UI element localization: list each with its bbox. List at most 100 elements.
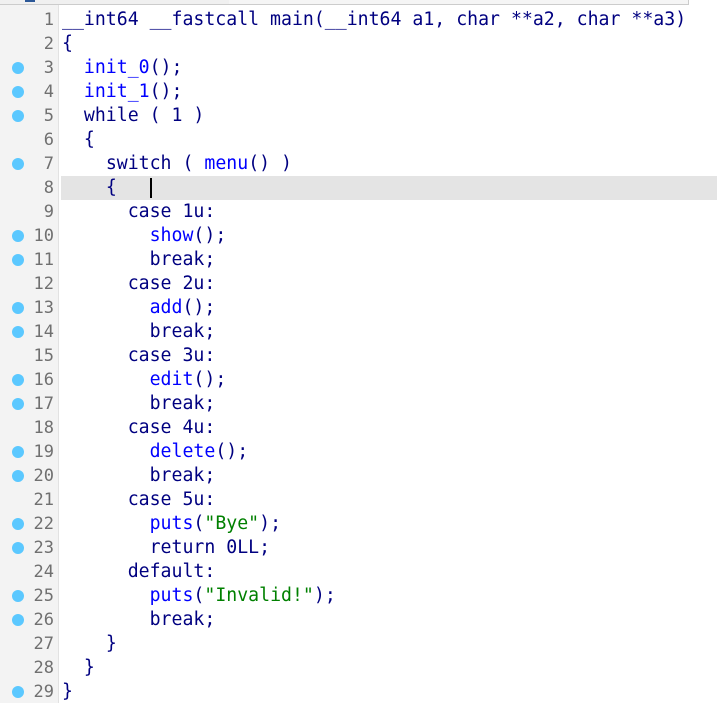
code-line[interactable]: 1 __int64 __fastcall main(__int64 a1, cha… [0,8,717,32]
code-text: switch ( menu() ) [61,152,717,176]
line-number: 25 [33,586,54,606]
code-token: return 0LL; [149,537,271,558]
code-token: (); [193,225,227,246]
code-token: () ) [248,153,292,174]
code-text: edit(); [61,368,717,392]
line-number: 20 [33,466,54,486]
code-line[interactable]: 22 puts("Bye"); [0,512,717,536]
code-line[interactable]: 19 delete(); [0,440,717,464]
code-line[interactable]: 8 { [0,176,717,200]
code-token: while ( 1 ) [83,105,205,126]
code-token: ); [313,585,336,606]
line-number: 11 [33,250,54,270]
code-token: switch ( [105,153,205,174]
code-text: init_1(); [61,80,717,104]
pseudocode-view[interactable]: 1 __int64 __fastcall main(__int64 a1, cha… [0,8,717,704]
function-call[interactable]: show [150,225,194,246]
function-call[interactable]: init_1 [84,81,150,102]
code-line[interactable]: 24 default: [0,560,717,584]
code-text: } [61,656,717,680]
code-line[interactable]: 4 init_1(); [0,80,717,104]
code-token: { [62,33,73,54]
code-text: case 3u: [61,344,717,368]
line-number: 4 [43,82,54,102]
code-line[interactable]: 9 case 1u: [0,200,717,224]
code-text: } [61,632,717,656]
code-text: case 2u: [61,272,717,296]
code-text: add(); [61,296,717,320]
code-text: show(); [61,224,717,248]
line-number: 26 [33,610,54,630]
code-token: ( [193,585,205,606]
line-number: 18 [33,418,54,438]
code-token: break; [149,249,216,270]
line-number: 22 [33,514,54,534]
code-line[interactable]: 2{ [0,32,717,56]
line-number: 19 [33,442,54,462]
function-call[interactable]: puts [150,513,194,534]
line-number: 3 [43,58,54,78]
string-literal: "Invalid!" [204,585,314,606]
code-text: break; [61,248,717,272]
line-number: 27 [33,634,54,654]
code-token: default: [127,561,216,582]
code-line[interactable]: 20 break; [0,464,717,488]
code-text: { [61,128,717,152]
function-call[interactable]: delete [150,441,216,462]
code-token: (); [193,369,227,390]
code-line[interactable]: 3 init_0(); [0,56,717,80]
code-token: } [83,657,95,678]
line-number: 12 [33,274,54,294]
code-line[interactable]: 26 break; [0,608,717,632]
code-line[interactable]: 13 add(); [0,296,717,320]
function-call[interactable]: edit [150,369,194,390]
code-line[interactable]: 14 break; [0,320,717,344]
code-token: case 1u: [127,201,216,222]
line-number: 14 [33,322,54,342]
tab-pseudocode[interactable] [229,0,689,5]
code-line[interactable]: 10 show(); [0,224,717,248]
code-token: case 4u: [127,417,216,438]
code-line[interactable]: 21 case 5u: [0,488,717,512]
line-number: 23 [33,538,54,558]
code-line[interactable]: 29} [0,680,717,704]
code-line[interactable]: 25 puts("Invalid!"); [0,584,717,608]
line-number: 28 [33,658,54,678]
function-call[interactable]: init_0 [84,57,150,78]
code-text: delete(); [61,440,717,464]
code-token: ); [259,513,282,534]
function-call[interactable]: add [150,297,183,318]
line-number: 10 [33,226,54,246]
code-line[interactable]: 7 switch ( menu() ) [0,152,717,176]
function-call[interactable]: menu [204,153,248,174]
code-line[interactable]: 12 case 2u: [0,272,717,296]
code-text: return 0LL; [61,536,717,560]
code-line[interactable]: 28 } [0,656,717,680]
line-number: 17 [33,394,54,414]
code-line[interactable]: 16 edit(); [0,368,717,392]
code-line[interactable]: 17 break; [0,392,717,416]
code-token: case 2u: [127,273,216,294]
code-line[interactable]: 23 return 0LL; [0,536,717,560]
tab-strip [0,0,717,5]
code-token: (); [215,441,249,462]
code-token: break; [149,393,216,414]
code-line[interactable]: 27 } [0,632,717,656]
code-line[interactable]: 15 case 3u: [0,344,717,368]
code-token: (); [149,57,183,78]
line-number: 8 [43,178,54,198]
code-line[interactable]: 6 { [0,128,717,152]
code-line[interactable]: 5 while ( 1 ) [0,104,717,128]
function-call[interactable]: puts [150,585,194,606]
code-token: case 5u: [127,489,216,510]
code-token: } [105,633,117,654]
code-text: break; [61,464,717,488]
text-cursor [149,178,152,198]
line-number: 21 [33,490,54,510]
code-line[interactable]: 11 break; [0,248,717,272]
line-number: 5 [43,106,54,126]
code-token: case 3u: [127,345,216,366]
line-number: 2 [43,34,54,54]
code-text: case 4u: [61,416,717,440]
code-line[interactable]: 18 case 4u: [0,416,717,440]
